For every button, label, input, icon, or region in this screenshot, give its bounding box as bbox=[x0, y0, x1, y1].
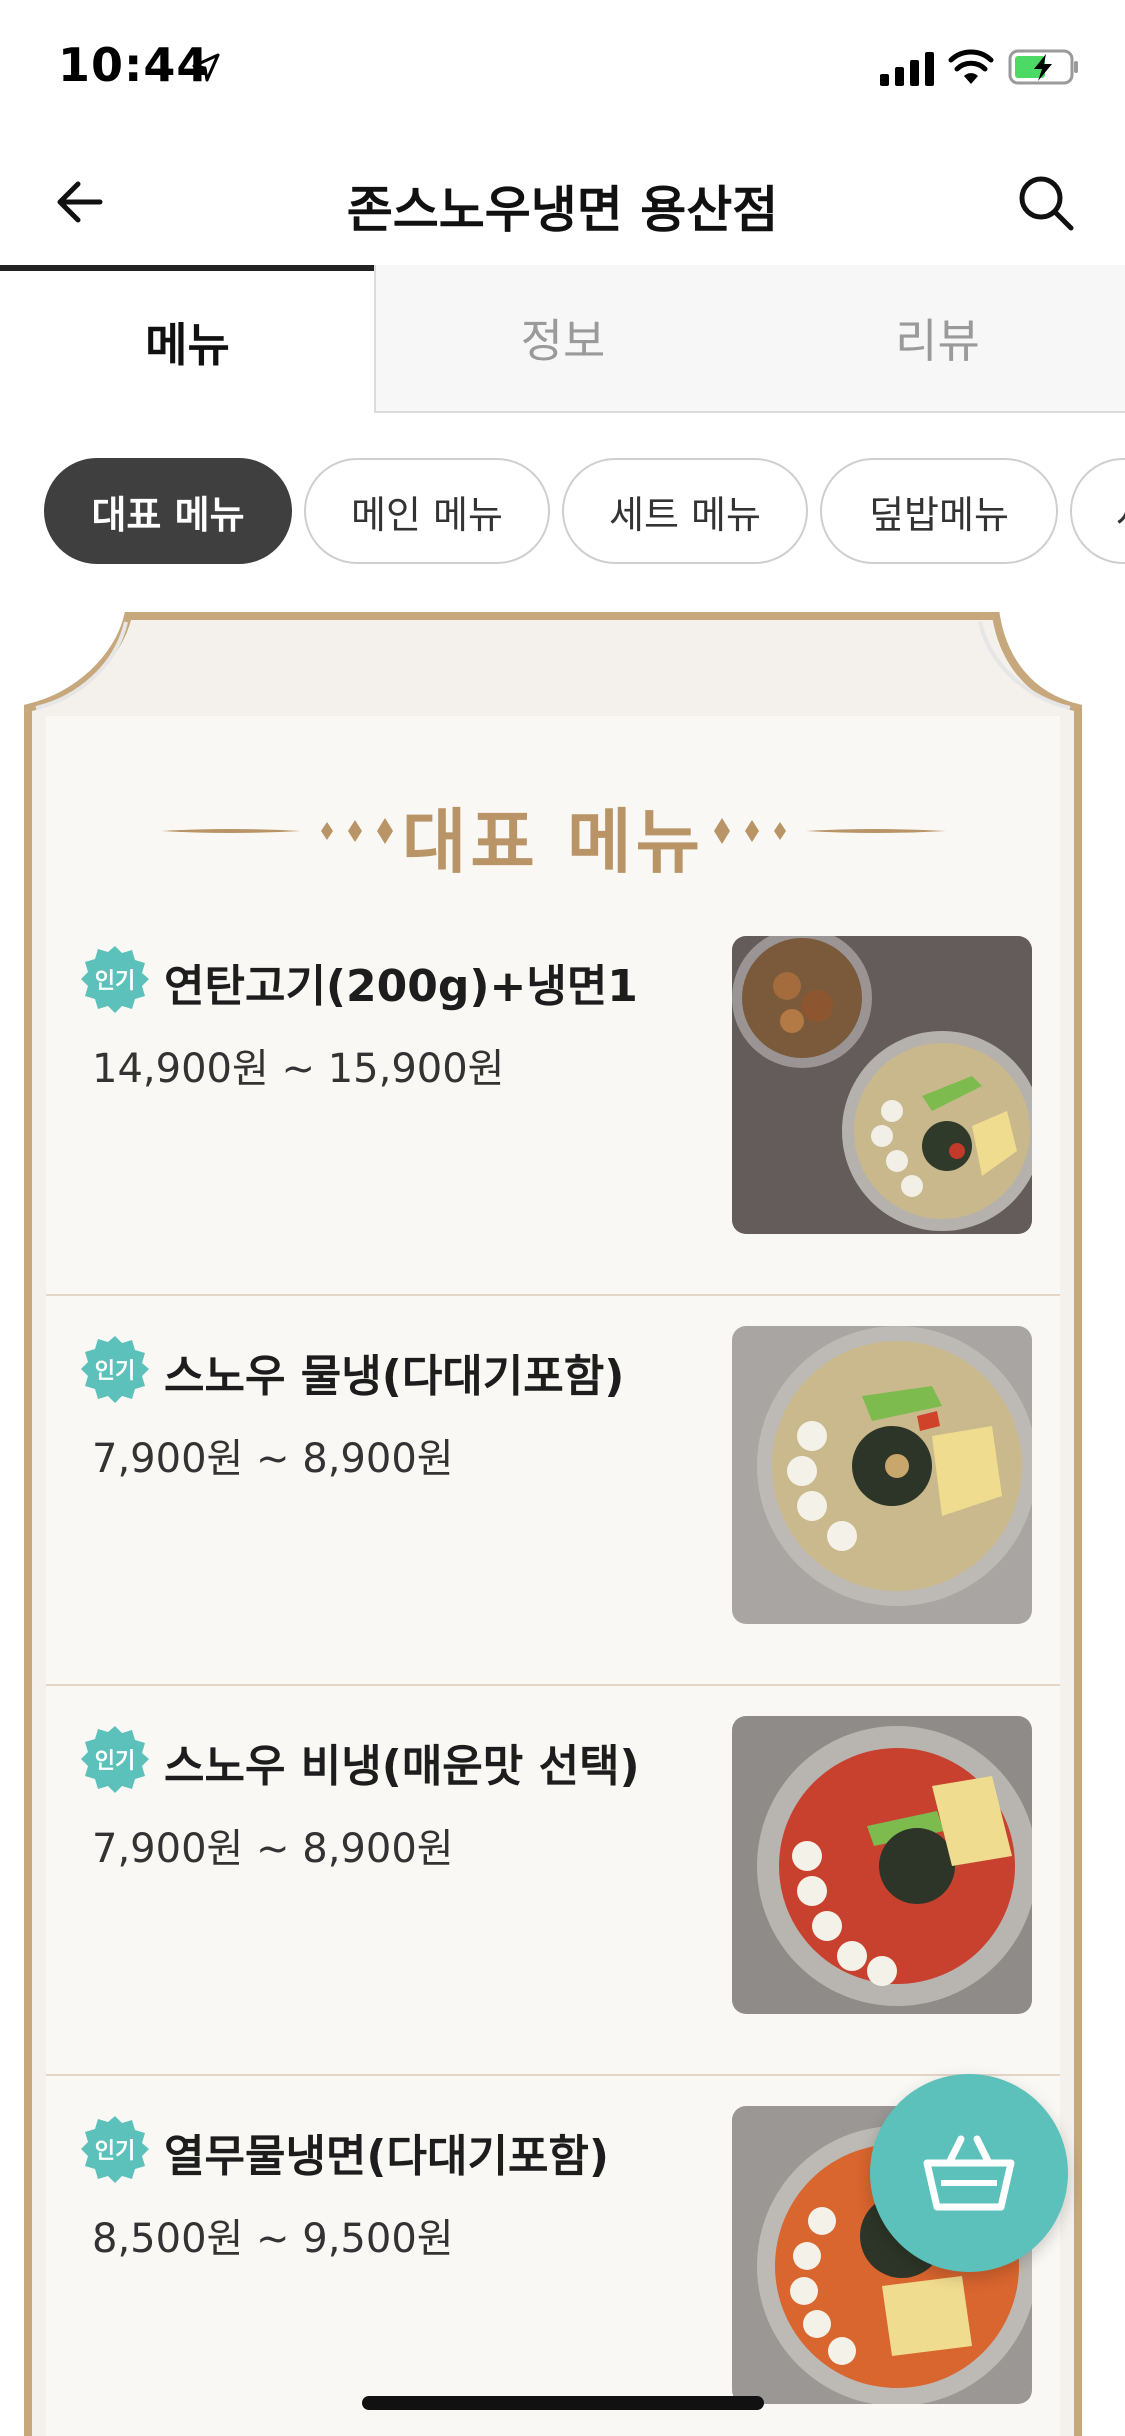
item-price: 7,900원 ~ 8,900원 bbox=[92, 1436, 454, 1482]
item-name: 스노우 물냉(다대기포함) bbox=[164, 1351, 625, 1402]
popular-badge-label: 인기 bbox=[94, 2139, 136, 2164]
tab-review[interactable]: 리뷰 bbox=[750, 265, 1125, 413]
menu-item[interactable]: 인기 연탄고기(200g)+냉면1 14,900원 ~ 15,900원 bbox=[46, 906, 1060, 1296]
item-price: 8,500원 ~ 9,500원 bbox=[92, 2216, 454, 2262]
chip-set-menu[interactable]: 세트 메뉴 bbox=[562, 458, 808, 564]
signal-icon bbox=[880, 52, 934, 86]
ornament-right bbox=[714, 818, 946, 844]
popular-badge-label: 인기 bbox=[94, 969, 136, 994]
tab-info[interactable]: 정보 bbox=[374, 265, 750, 413]
location-arrow-icon bbox=[192, 53, 220, 82]
spicy-mixed-noodle-photo bbox=[732, 1716, 1032, 2014]
grilled-pork-and-cold-noodle-photo bbox=[732, 936, 1032, 1234]
popular-badge-label: 인기 bbox=[94, 1359, 136, 1384]
wifi-icon bbox=[948, 49, 994, 84]
menu-item[interactable]: 인기 스노우 비냉(매운맛 선택) 7,900원 ~ 8,900원 bbox=[46, 1686, 1060, 2076]
cold-broth-noodle-photo bbox=[732, 1326, 1032, 1624]
chip-side-menu[interactable]: 사 bbox=[1070, 458, 1125, 564]
item-name: 연탄고기(200g)+냉면1 bbox=[164, 961, 638, 1012]
item-name: 스노우 비냉(매운맛 선택) bbox=[164, 1741, 640, 1792]
status-time: 10:44 bbox=[58, 38, 210, 92]
tab-menu[interactable]: 메뉴 bbox=[0, 265, 375, 413]
search-icon[interactable] bbox=[1015, 172, 1077, 234]
battery-charging-icon bbox=[1008, 49, 1078, 85]
item-price: 14,900원 ~ 15,900원 bbox=[92, 1046, 505, 1092]
page-title: 존스노우냉면 용산점 bbox=[346, 181, 779, 239]
chip-featured-menu[interactable]: 대표 메뉴 bbox=[44, 458, 292, 564]
chip-rice-bowl-menu[interactable]: 덮밥메뉴 bbox=[820, 458, 1058, 564]
tab-bar: 메뉴 정보 리뷰 bbox=[0, 265, 1125, 413]
item-name: 열무물냉면(다대기포함) bbox=[164, 2131, 610, 2182]
shopping-basket-icon bbox=[923, 2135, 1015, 2211]
popular-badge-label: 인기 bbox=[94, 1749, 136, 1774]
status-bar: 10:44 bbox=[0, 0, 1125, 132]
header: 존스노우냉면 용산점 bbox=[0, 132, 1125, 267]
home-indicator[interactable] bbox=[362, 2396, 764, 2410]
menu-item[interactable]: 인기 스노우 물냉(다대기포함) 7,900원 ~ 8,900원 bbox=[46, 1296, 1060, 1686]
chip-main-menu[interactable]: 메인 메뉴 bbox=[304, 458, 550, 564]
item-price: 7,900원 ~ 8,900원 bbox=[92, 1826, 454, 1872]
cart-button[interactable] bbox=[870, 2074, 1068, 2272]
category-chips: 대표 메뉴 메인 메뉴 세트 메뉴 덮밥메뉴 사 bbox=[0, 458, 1125, 568]
